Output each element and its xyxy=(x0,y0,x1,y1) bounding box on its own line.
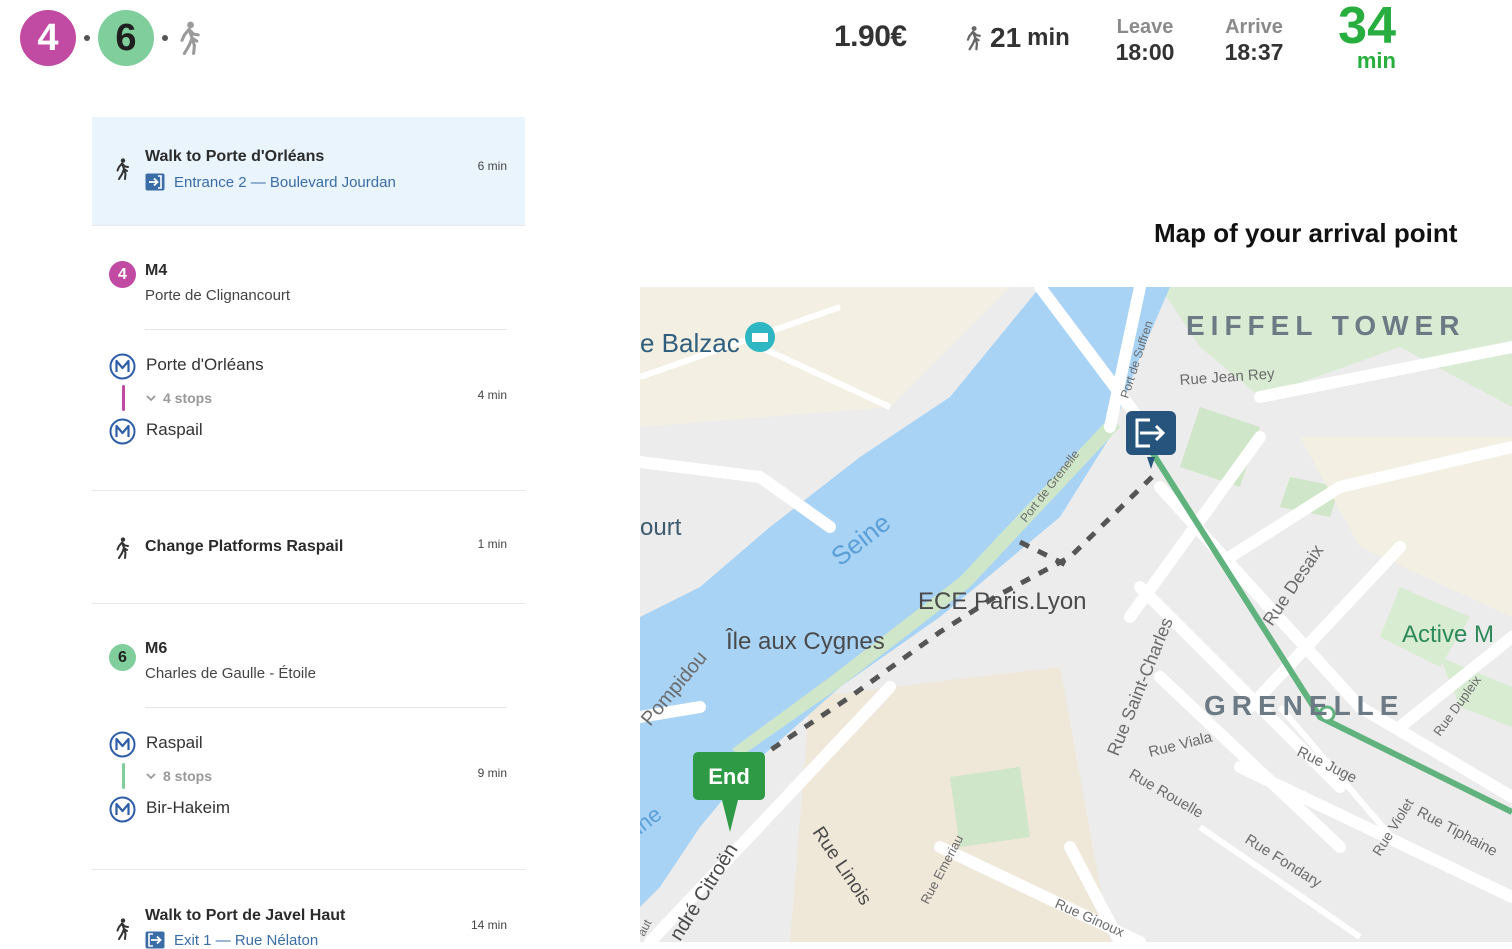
line-name: M6 xyxy=(145,640,168,657)
line-6-badge: 6 xyxy=(98,10,154,66)
line-segment xyxy=(122,385,125,411)
itinerary-steps: Walk to Porte d'Orléans Entrance 2 — Bou… xyxy=(92,117,525,949)
walk-time-value: 21 xyxy=(990,22,1022,53)
line-direction: Charles de Gaulle - Étoile xyxy=(145,665,316,682)
arrive-value: 18:37 xyxy=(1224,39,1284,65)
divider xyxy=(145,707,507,708)
fare-price: 1.90€ xyxy=(834,20,907,53)
separator-dot xyxy=(84,35,90,41)
step-metro-m4[interactable]: 4 M4 Porte de Clignancourt Porte d'Orléa… xyxy=(92,226,525,491)
step-duration: 14 min xyxy=(470,918,507,932)
step-duration: 1 min xyxy=(477,537,507,551)
metro-icon xyxy=(109,353,136,380)
line-name: M4 xyxy=(145,262,168,279)
walk-icon xyxy=(966,26,981,51)
metro-icon xyxy=(109,731,136,758)
step-duration: 9 min xyxy=(477,766,507,780)
map-label: ourt xyxy=(640,514,682,541)
station-from: Porte d'Orléans xyxy=(146,355,264,374)
station-from: Raspail xyxy=(146,733,203,752)
route-lines: 4 6 xyxy=(20,10,202,66)
duration-value: 34 xyxy=(1338,0,1396,55)
step-duration: 4 min xyxy=(477,388,507,402)
stops-toggle[interactable]: 8 stops xyxy=(146,768,212,784)
total-walk-time: 21 min xyxy=(964,22,1070,54)
map-canvas: End e Balzac EIFFEL TOWER Rue Jean Rey P… xyxy=(640,287,1512,942)
station-to: Bir-Hakeim xyxy=(146,798,231,817)
map-label: e Balzac xyxy=(640,328,740,358)
map-label: ECE Paris.Lyon xyxy=(918,588,1087,615)
exit-icon xyxy=(145,931,165,949)
step-walk-porte-orleans[interactable]: Walk to Porte d'Orléans Entrance 2 — Bou… xyxy=(92,117,525,226)
divider xyxy=(145,329,507,330)
stops-count: 8 stops xyxy=(163,768,213,784)
leave-value: 18:00 xyxy=(1115,39,1175,65)
separator-dot xyxy=(162,35,168,41)
step-change-platforms[interactable]: Change Platforms Raspail 1 min xyxy=(92,491,525,604)
arrive-label: Arrive xyxy=(1225,16,1283,38)
exit-info: Exit 1 — Rue Nélaton xyxy=(145,931,318,949)
step-walk-javel[interactable]: Walk to Port de Javel Haut Exit 1 — Rue … xyxy=(92,870,525,949)
chevron-down-icon xyxy=(146,773,156,780)
map-label: GRENELLE xyxy=(1204,690,1404,721)
map-label: Active M xyxy=(1402,621,1494,648)
map-label: EIFFEL TOWER xyxy=(1186,310,1465,341)
arrival-map[interactable]: End e Balzac EIFFEL TOWER Rue Jean Rey P… xyxy=(640,287,1512,942)
step-metro-m6[interactable]: 6 M6 Charles de Gaulle - Étoile Raspail … xyxy=(92,604,525,870)
station-to: Raspail xyxy=(146,420,203,439)
step-title: Walk to Port de Javel Haut xyxy=(145,907,346,924)
leave-label: Leave xyxy=(1116,16,1174,38)
chevron-down-icon xyxy=(146,395,156,402)
step-duration: 6 min xyxy=(477,159,507,173)
end-label: End xyxy=(708,764,750,789)
walk-icon xyxy=(180,21,200,55)
step-title: Change Platforms Raspail xyxy=(145,538,344,555)
line-6-badge: 6 xyxy=(109,644,136,671)
metro-icon xyxy=(109,418,136,445)
entrance-text: Entrance 2 — Boulevard Jourdan xyxy=(174,173,396,191)
walk-icon xyxy=(116,158,129,180)
arrive-time: Arrive 18:37 xyxy=(1221,15,1287,65)
line-direction: Porte de Clignancourt xyxy=(145,287,291,304)
entrance-info: Entrance 2 — Boulevard Jourdan xyxy=(145,173,396,191)
step-title: Walk to Porte d'Orléans xyxy=(145,148,325,165)
walk-icon xyxy=(116,537,129,559)
map-label: Île aux Cygnes xyxy=(725,628,885,655)
exit-text: Exit 1 — Rue Nélaton xyxy=(174,931,319,949)
leave-time: Leave 18:00 xyxy=(1112,15,1178,65)
walk-time-unit: min xyxy=(1027,24,1070,51)
map-title: Map of your arrival point xyxy=(1154,218,1458,248)
trip-duration: 34 min xyxy=(1324,0,1396,72)
metro-icon xyxy=(109,796,136,823)
entrance-icon xyxy=(145,173,165,191)
line-segment xyxy=(122,763,125,789)
line-4-badge: 4 xyxy=(109,261,136,288)
stops-toggle[interactable]: 4 stops xyxy=(146,390,212,406)
stops-count: 4 stops xyxy=(163,390,213,406)
walk-icon xyxy=(116,918,129,940)
duration-unit: min xyxy=(1356,48,1396,73)
line-4-badge: 4 xyxy=(20,10,76,66)
